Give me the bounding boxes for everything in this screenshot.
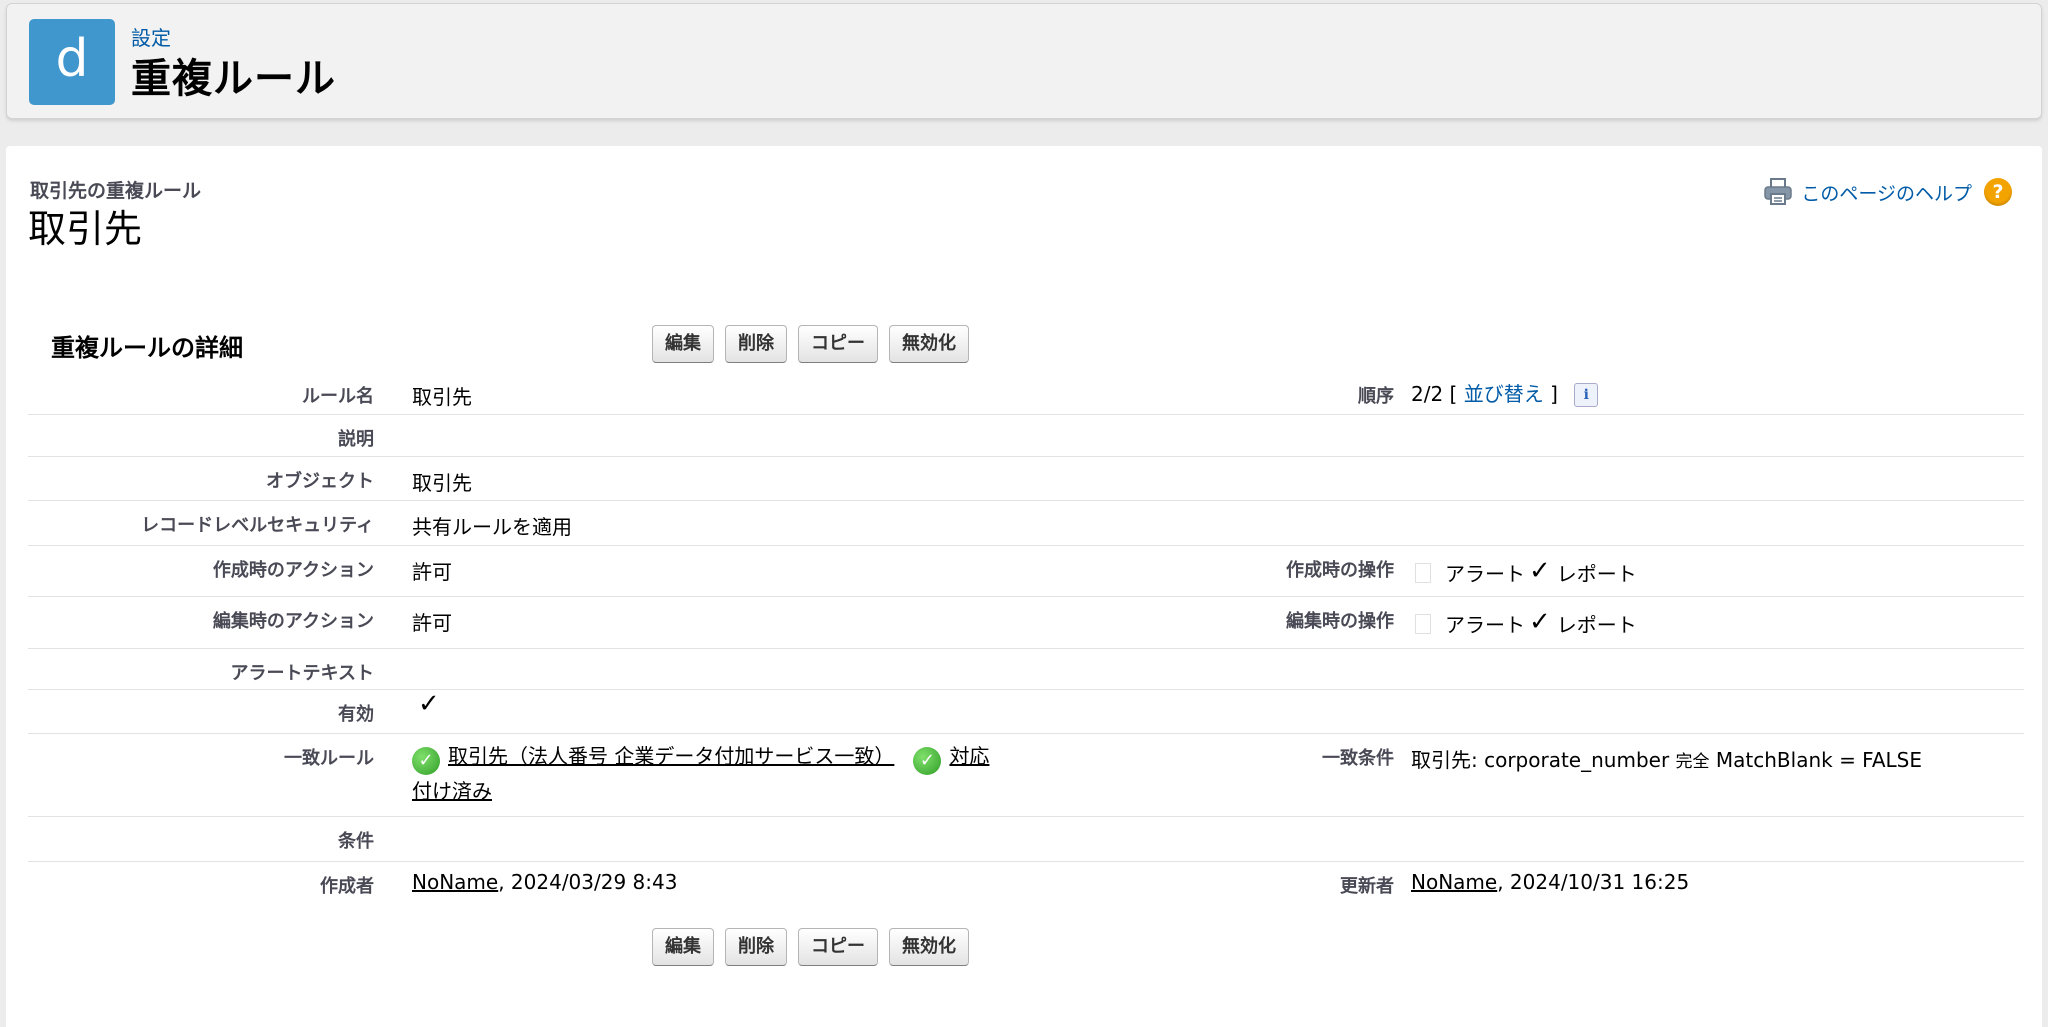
label-modified-by: 更新者 (1340, 876, 1394, 897)
setup-app-icon: d (29, 19, 115, 105)
row-match-rule: 一致ルール ✓ 取引先（法人番号 企業データ付加サービス一致） ✓ 対応付け済み 一… (28, 734, 2024, 817)
create-alert-label: アラート (1445, 562, 1525, 586)
label-create-operation: 作成時の操作 (1286, 560, 1394, 581)
created-date: , 2024/03/29 8:43 (498, 870, 678, 894)
value-create-operation: アラート ✓ レポート (1411, 558, 1637, 587)
edit-alert-checkbox (1415, 614, 1431, 634)
header-title: 重複ルール (131, 56, 336, 102)
delete-button[interactable]: 削除 (725, 325, 787, 363)
active-checkmark-icon: ✓ (418, 689, 440, 719)
help-question-icon[interactable]: ? (1984, 178, 2012, 206)
match-condition-blank: MatchBlank = FALSE (1715, 748, 1923, 772)
create-alert-checkbox (1415, 563, 1431, 583)
order-bracket-close: ] (1550, 382, 1558, 406)
match-rule-link[interactable]: 取引先（法人番号 企業データ付加サービス一致） (448, 744, 894, 768)
help-area: このページのヘルプ ? (1763, 178, 2012, 206)
edit-report-checkmark-icon: ✓ (1529, 607, 1551, 637)
match-condition-mode: 完全 (1675, 752, 1710, 772)
page-title: 取引先 (28, 207, 143, 251)
label-order: 順序 (1358, 386, 1394, 407)
edit-alert-label: アラート (1445, 613, 1525, 637)
value-rule-name: 取引先 (412, 385, 472, 409)
deactivate-button-bottom[interactable]: 無効化 (889, 928, 969, 966)
edit-button[interactable]: 編集 (652, 325, 714, 363)
mapping-status-check-icon: ✓ (913, 747, 942, 775)
deactivate-button[interactable]: 無効化 (889, 325, 969, 363)
value-create-action: 許可 (412, 560, 452, 584)
label-record-security: レコードレベルセキュリティ (141, 515, 374, 536)
create-report-checkmark-icon: ✓ (1529, 556, 1551, 586)
detail-table: ルール名 取引先 順序 2/2 [ 並び替え ] i 説明 オブジェクト 取引先… (28, 371, 2024, 906)
order-value: 2/2 (1411, 382, 1444, 406)
row-description: 説明 (28, 415, 2024, 457)
label-create-action: 作成時のアクション (212, 560, 374, 581)
label-active: 有効 (338, 704, 374, 725)
printer-icon[interactable] (1763, 178, 1793, 206)
match-rule-active-check-icon: ✓ (412, 747, 440, 775)
value-created-by: NoName, 2024/03/29 8:43 (412, 870, 677, 894)
order-bracket-open: [ (1449, 382, 1458, 406)
match-condition-field: 取引先: corporate_number (1411, 748, 1670, 772)
label-match-condition: 一致条件 (1322, 748, 1394, 769)
row-create-action: 作成時のアクション 許可 作成時の操作 アラート ✓ レポート (28, 546, 2024, 597)
row-rule-name: ルール名 取引先 順序 2/2 [ 並び替え ] i (28, 371, 2024, 415)
bottom-button-bar: 編集 削除 コピー 無効化 (652, 928, 969, 966)
label-match-rule: 一致ルール (284, 748, 374, 769)
value-match-condition: 取引先: corporate_number 完全 MatchBlank = FA… (1411, 744, 1922, 773)
help-link[interactable]: このページのヘルプ (1801, 179, 1972, 206)
created-by-user-link[interactable]: NoName (412, 870, 498, 894)
label-edit-action: 編集時のアクション (212, 611, 374, 632)
label-created-by: 作成者 (320, 876, 374, 897)
section-title: 重複ルールの詳細 (51, 334, 243, 362)
row-alert-text: アラートテキスト (28, 649, 2024, 690)
label-alert-text: アラートテキスト (230, 663, 374, 684)
copy-button-bottom[interactable]: コピー (798, 928, 878, 966)
label-conditions: 条件 (338, 831, 374, 852)
info-icon[interactable]: i (1574, 383, 1599, 407)
modified-by-user-link[interactable]: NoName (1411, 870, 1497, 894)
row-edit-action: 編集時のアクション 許可 編集時の操作 アラート ✓ レポート (28, 597, 2024, 649)
mapping-status-link-line1[interactable]: 対応 (949, 744, 989, 768)
value-modified-by: NoName, 2024/10/31 16:25 (1411, 870, 1689, 894)
label-edit-operation: 編集時の操作 (1286, 611, 1394, 632)
edit-button-bottom[interactable]: 編集 (652, 928, 714, 966)
row-conditions: 条件 (28, 817, 2024, 862)
create-report-label: レポート (1556, 562, 1637, 586)
value-edit-operation: アラート ✓ レポート (1411, 609, 1637, 638)
setup-header: d 設定 重複ルール (6, 3, 2042, 119)
row-audit: 作成者 NoName, 2024/03/29 8:43 更新者 NoName, … (28, 862, 2024, 906)
row-active: 有効 ✓ (28, 690, 2024, 734)
value-order: 2/2 [ 並び替え ] i (1411, 378, 1599, 407)
value-match-rule: ✓ 取引先（法人番号 企業データ付加サービス一致） ✓ 対応付け済み (412, 740, 1032, 807)
copy-button[interactable]: コピー (798, 325, 878, 363)
value-active: ✓ (412, 689, 446, 719)
reorder-link[interactable]: 並び替え (1464, 382, 1544, 406)
edit-report-label: レポート (1556, 613, 1637, 637)
row-record-security: レコードレベルセキュリティ 共有ルールを適用 (28, 501, 2024, 546)
top-button-bar: 編集 削除 コピー 無効化 (652, 325, 969, 363)
value-record-security: 共有ルールを適用 (412, 515, 572, 539)
label-object: オブジェクト (266, 471, 374, 492)
value-edit-action: 許可 (412, 611, 452, 635)
value-object: 取引先 (412, 471, 472, 495)
delete-button-bottom[interactable]: 削除 (725, 928, 787, 966)
label-rule-name: ルール名 (302, 386, 374, 407)
label-description: 説明 (338, 429, 374, 450)
mapping-status-link-line2[interactable]: 付け済み (412, 779, 492, 803)
main-panel: 取引先の重複ルール 取引先 このページのヘルプ ? 重複ルールの詳細 編集 削除… (6, 146, 2042, 1027)
modified-date: , 2024/10/31 16:25 (1497, 870, 1690, 894)
row-object: オブジェクト 取引先 (28, 457, 2024, 501)
